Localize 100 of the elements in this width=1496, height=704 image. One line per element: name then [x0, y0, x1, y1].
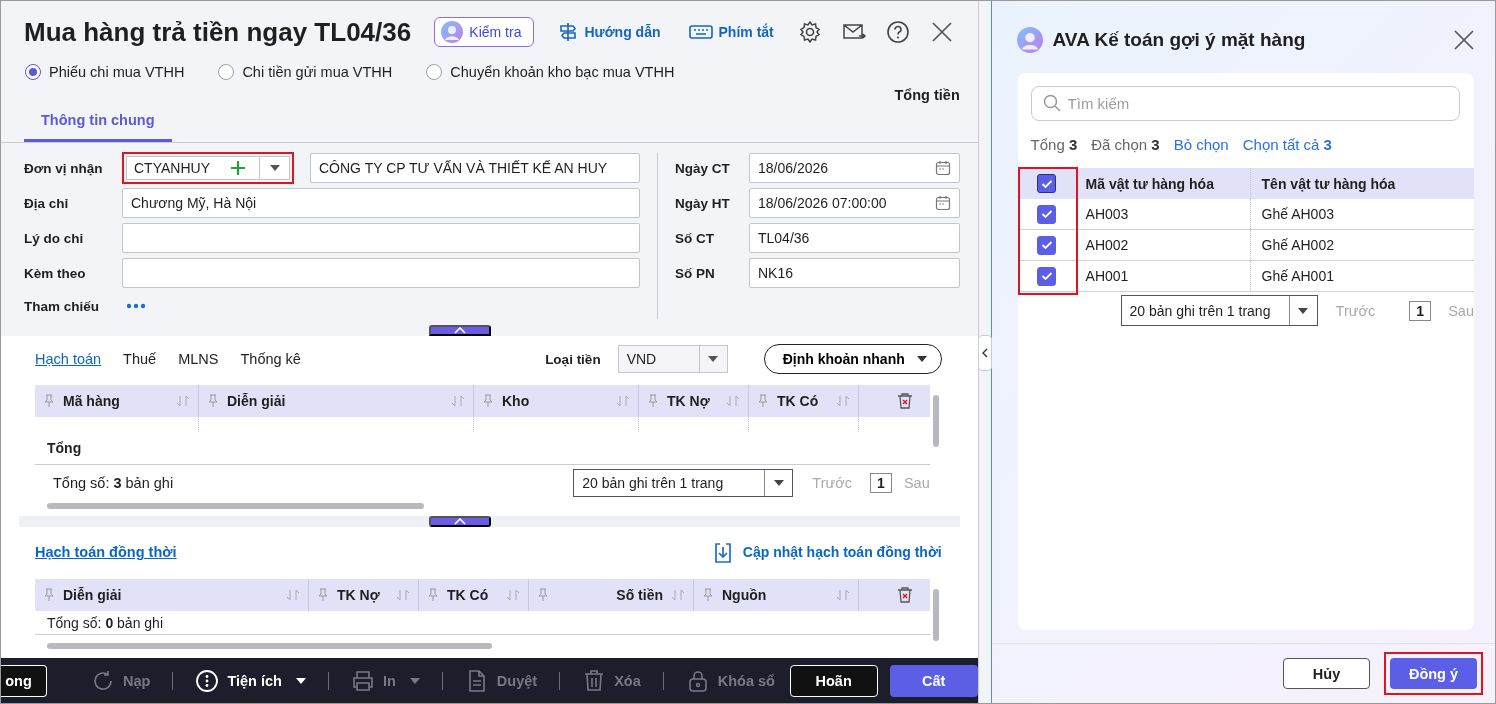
checkbox[interactable] [1037, 174, 1057, 193]
radio-button[interactable] [25, 64, 41, 80]
delete-icon[interactable] [895, 392, 914, 410]
field-label: Lý do chi [24, 230, 85, 246]
window-title: Mua hàng trả tiền ngay TL04/36 [24, 16, 413, 48]
column-header: Tên vật tư hàng hóa [1260, 174, 1397, 194]
toolbar-button[interactable]: Hoãn [789, 664, 878, 697]
scrollbar-thumb[interactable] [932, 589, 939, 642]
avatar-icon [441, 21, 464, 43]
quick-entry-button[interactable]: Định khoản nhanh [763, 344, 942, 374]
table-cell-text: Ghế AH003 [1260, 205, 1335, 224]
check-button[interactable]: Kiểm tra [434, 17, 535, 47]
delete-icon[interactable] [895, 586, 914, 605]
column-header[interactable]: Diễn giải [199, 385, 474, 417]
radio-label[interactable]: Chuyển khoản kho bạc mua VTHH [450, 64, 675, 80]
field-label: Ngày CT [675, 160, 731, 176]
guide-link[interactable]: Hướng dẫn [558, 22, 661, 42]
scrollbar-thumb[interactable] [47, 643, 492, 650]
input-field[interactable]: NK16 [749, 258, 960, 288]
pin-icon [757, 394, 769, 408]
radio-button[interactable] [218, 64, 235, 80]
radio-button[interactable] [426, 64, 443, 80]
page-number[interactable]: 1 [869, 473, 892, 493]
confirm-button[interactable]: Đồng ý [1390, 658, 1477, 689]
table-cell: AH002 [1076, 230, 1251, 260]
pin-icon [43, 588, 55, 603]
input-field[interactable] [122, 223, 640, 253]
column-header[interactable]: TK Nợ [639, 385, 749, 417]
summary-text: Tổng 3 [1030, 135, 1078, 153]
tab[interactable]: Thông tin chung [24, 112, 172, 142]
checkbox[interactable] [1037, 235, 1057, 255]
close-icon[interactable] [929, 20, 954, 44]
input-field[interactable]: TL04/36 [749, 223, 960, 253]
field-label: Kèm theo [24, 265, 87, 281]
field-label: Loại tiền [545, 351, 601, 367]
input-field[interactable]: 18/06/2026 [749, 153, 960, 183]
page-size-select[interactable]: 20 bản ghi trên 1 trang [573, 469, 794, 497]
pin-icon [43, 394, 55, 408]
sort-icon [286, 589, 300, 602]
total-label: Tổng tiền [894, 87, 960, 105]
toolbar-button[interactable]: ong [1, 664, 47, 697]
column-header: Mã vật tư hàng hóa [1076, 168, 1251, 199]
settings-icon[interactable] [797, 20, 822, 44]
column-header[interactable]: TK Nợ [309, 579, 419, 612]
sort-icon [616, 395, 630, 407]
caret-down-icon [708, 356, 719, 362]
column-header[interactable]: Kho [474, 385, 639, 417]
input-field[interactable]: 18/06/2026 07:00:00 [749, 188, 960, 218]
close-icon[interactable] [1453, 29, 1475, 51]
page-number[interactable]: 1 [1409, 300, 1432, 321]
collapse-handle[interactable] [429, 516, 492, 528]
column-header[interactable]: Diễn giải [35, 579, 309, 612]
check-icon [1040, 178, 1053, 189]
chevron-up-icon [454, 327, 467, 334]
toolbar-button[interactable]: Tiện ích [195, 668, 306, 693]
page-size-select[interactable]: 20 bản ghi trên 1 trang [1120, 295, 1318, 326]
radio-label[interactable]: Chi tiền gửi mua VTHH [242, 64, 393, 80]
radio-label[interactable]: Phiếu chi mua VTHH [49, 64, 185, 80]
total-row-label: Tổng [47, 440, 82, 456]
field-label: Địa chỉ [24, 195, 70, 211]
save-button[interactable]: Cất [889, 664, 978, 697]
input-field[interactable] [122, 258, 640, 288]
input-field[interactable]: Chương Mỹ, Hà Nội [122, 188, 640, 218]
action-link[interactable]: Bỏ chọn [1173, 135, 1229, 153]
more-icon[interactable] [126, 303, 146, 309]
checkbox[interactable] [1037, 204, 1057, 224]
sort-icon [836, 589, 850, 602]
column-header[interactable]: Nguồn [694, 579, 859, 612]
tab[interactable]: Thống kê [240, 351, 301, 367]
cancel-button[interactable]: Hủy [1283, 658, 1370, 689]
field-label: Số CT [675, 230, 715, 246]
update-link[interactable]: Cập nhật hạch toán đồng thời [712, 541, 942, 564]
tab[interactable]: MLNS [178, 351, 219, 367]
tab[interactable]: Hạch toán [35, 351, 102, 367]
collapse-handle[interactable] [429, 325, 492, 336]
input-field[interactable]: CÔNG TY CP TƯ VẤN VÀ THIẾT KẾ AN HUY [310, 153, 640, 183]
printer-icon [350, 668, 375, 693]
download-icon [712, 541, 733, 564]
scrollbar-thumb[interactable] [932, 395, 939, 447]
combo-field[interactable]: CTYANHUY [126, 156, 290, 180]
sort-icon [506, 589, 520, 602]
caret-down-icon [916, 356, 927, 362]
search-field[interactable]: Tìm kiếm [1030, 86, 1460, 121]
calendar-icon [934, 160, 951, 176]
checkbox[interactable] [1037, 266, 1057, 286]
section-link[interactable]: Hạch toán đồng thời [35, 544, 177, 561]
tab[interactable]: Thuế [123, 351, 157, 367]
column-header[interactable]: TK Có [749, 385, 859, 417]
column-header[interactable]: TK Có [419, 579, 529, 612]
currency-select[interactable]: VND [617, 345, 728, 373]
help-icon[interactable] [885, 20, 910, 44]
action-link[interactable]: Chọn tất cả 3 [1242, 135, 1332, 153]
field-label: Số PN [675, 265, 716, 281]
column-header[interactable]: Số tiền [529, 579, 694, 612]
keyboard-icon [688, 24, 713, 40]
column-header[interactable]: Mã hàng [35, 385, 199, 417]
scrollbar-thumb[interactable] [47, 503, 424, 509]
shortcuts-link[interactable]: Phím tắt [688, 24, 774, 40]
table-cell: AH001 [1076, 261, 1251, 291]
field-label: Tham chiếu [24, 298, 100, 314]
